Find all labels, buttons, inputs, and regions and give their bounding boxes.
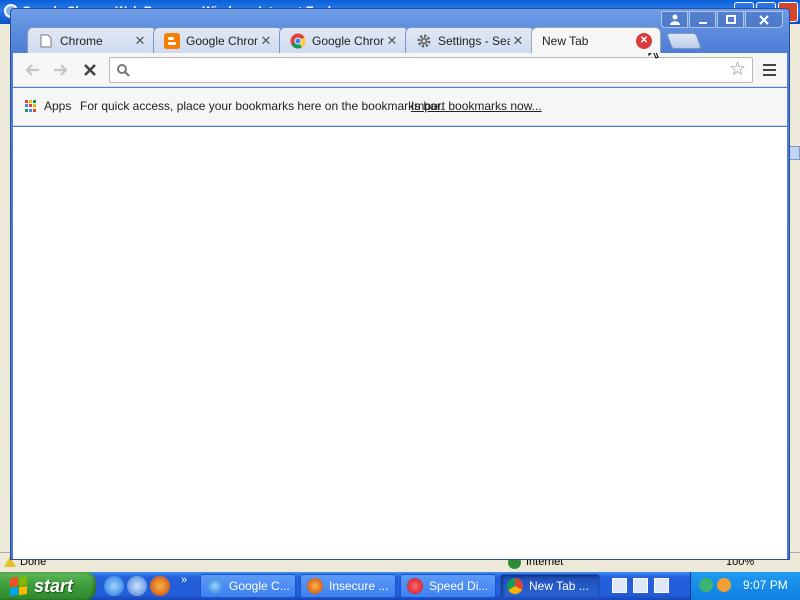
taskbar-item-ie[interactable]: Google C... (200, 574, 296, 598)
forward-button[interactable] (50, 59, 72, 81)
apps-grid-icon[interactable] (25, 100, 37, 112)
explorer-icon[interactable] (127, 576, 147, 596)
tab-title: Google Chrome (312, 33, 384, 48)
quick-launch (104, 576, 173, 596)
tab-google-chrome[interactable]: Google Chrome ✕ (279, 27, 409, 53)
tab-chrome[interactable]: Chrome ✕ (27, 27, 157, 53)
pen-tool-icon[interactable] (633, 578, 648, 593)
back-button[interactable] (21, 59, 43, 81)
tab-close-button[interactable]: ✕ (384, 33, 400, 49)
ie-icon[interactable] (104, 576, 124, 596)
tab-title: Settings - Search (438, 33, 510, 48)
import-bookmarks-link[interactable]: Import bookmarks now... (411, 99, 542, 113)
close-window-button[interactable] (745, 11, 783, 28)
profile-button[interactable] (661, 11, 688, 28)
tab-new-tab[interactable]: New Tab ✕ (531, 27, 661, 53)
tab-title: New Tab (542, 33, 589, 48)
windows-flag-icon (10, 576, 28, 596)
blogger-icon (164, 32, 180, 49)
windows-taskbar: start » Google C... Insecure ... Speed D… (0, 572, 800, 600)
keyboard-icon[interactable] (612, 578, 627, 593)
tab-title: Google Chrome (186, 33, 258, 48)
chrome-icon (290, 33, 306, 49)
omnibox[interactable]: ☆ (109, 57, 753, 83)
tab-settings[interactable]: Settings - Search ✕ (405, 27, 535, 53)
tab-google-chrome-blog[interactable]: Google Chrome ✕ (153, 27, 283, 53)
quick-launch-more[interactable]: » (181, 574, 187, 586)
start-button[interactable]: start (0, 572, 96, 600)
display-icon[interactable] (654, 578, 669, 593)
bookmark-star-icon[interactable]: ☆ (729, 60, 746, 79)
taskbar-item-label: Google C... (229, 579, 290, 593)
taskbar-item-label: New Tab ... (529, 579, 589, 593)
ie-icon (207, 578, 223, 594)
tab-close-button[interactable]: ✕ (636, 32, 652, 49)
tab-close-button[interactable]: ✕ (510, 33, 526, 49)
security-icon[interactable] (717, 578, 731, 592)
omnibox-input[interactable] (138, 61, 718, 79)
tray-icons (699, 578, 735, 592)
back-arrow-icon (25, 64, 39, 76)
chrome-menu-button[interactable] (759, 60, 779, 80)
tab-close-button[interactable]: ✕ (258, 33, 274, 49)
network-icon[interactable] (699, 578, 713, 592)
close-icon (759, 14, 769, 25)
minimize-button[interactable] (689, 11, 716, 28)
stop-loading-button[interactable] (79, 59, 101, 81)
toolbar: ☆ (13, 53, 787, 87)
taskbar-toolbar-icons (612, 578, 675, 593)
tab-close-button[interactable]: ✕ (132, 33, 148, 49)
apps-shortcut[interactable]: Apps (44, 99, 71, 113)
window-controls (660, 11, 783, 28)
stop-x-icon (84, 64, 96, 76)
taskbar-item-label: Speed Di... (429, 579, 489, 593)
search-icon (117, 64, 130, 77)
tab-title: Chrome (60, 33, 103, 48)
opera-icon (407, 578, 423, 594)
taskbar-item-firefox[interactable]: Insecure ... (300, 574, 396, 598)
taskbar-item-chrome[interactable]: New Tab ... (500, 574, 600, 598)
taskbar-item-opera[interactable]: Speed Di... (400, 574, 496, 598)
bookmarks-bar: Apps For quick access, place your bookma… (13, 88, 787, 126)
tab-strip: Chrome ✕ Google Chrome ✕ Google Chrome ✕… (17, 27, 737, 53)
bookmarks-hint-text: For quick access, place your bookmarks h… (80, 99, 444, 113)
firefox-icon (307, 578, 323, 594)
chrome-window: Chrome ✕ Google Chrome ✕ Google Chrome ✕… (10, 8, 790, 560)
minimize-icon (698, 21, 707, 24)
chrome-icon (507, 578, 523, 594)
page-content-area[interactable] (13, 127, 787, 559)
new-tab-button[interactable] (666, 33, 702, 49)
forward-arrow-icon (54, 64, 68, 76)
restore-button[interactable] (717, 11, 744, 28)
taskbar-item-label: Insecure ... (329, 579, 389, 593)
gear-icon (416, 33, 432, 49)
firefox-icon[interactable] (150, 576, 170, 596)
clock[interactable]: 9:07 PM (743, 578, 788, 592)
restore-icon (725, 14, 736, 24)
person-icon (669, 14, 680, 25)
page-icon (38, 33, 54, 49)
system-tray: 9:07 PM (690, 572, 800, 600)
start-label: start (34, 575, 74, 596)
